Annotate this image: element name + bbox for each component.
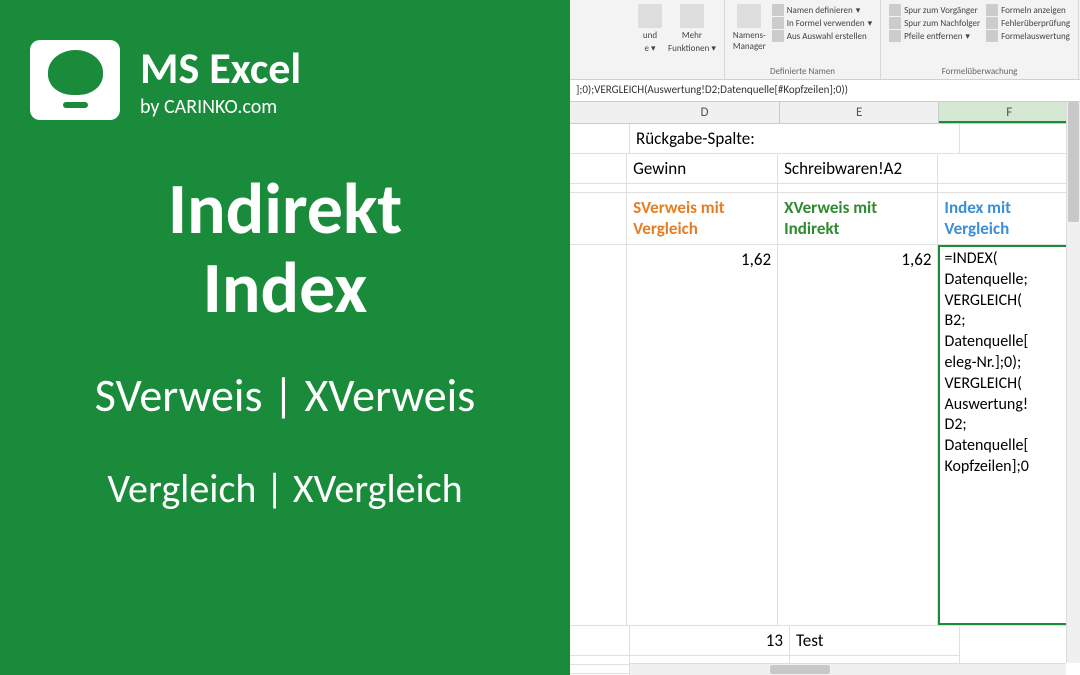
spreadsheet-grid[interactable]: D E F Rückgabe-Spalte: Gewinn Schreibwar… [570,102,1080,675]
cell[interactable]: Gewinn [627,154,778,183]
cell[interactable]: Test [790,626,960,655]
ribbon-item-fehlerueberpruefung[interactable]: Fehlerüberprüfung [986,17,1070,29]
ribbon-item-namen-definieren[interactable]: Namen definieren ▾ [772,4,872,16]
fx-icon [772,17,784,29]
book-icon [680,4,704,28]
ribbon-button-und[interactable]: und e ▾ [638,4,662,77]
cell[interactable]: 13 [630,626,790,655]
cell[interactable]: Schreibwaren!A2 [778,154,938,183]
cell[interactable]: Rückgabe-Spalte: [630,124,960,153]
headline: Indirekt Index [30,170,540,328]
book-icon [638,4,662,28]
brand-monitor-icon [30,40,120,120]
table-row: Rückgabe-Spalte: [570,124,1080,154]
vertical-scrollbar[interactable] [1066,102,1080,663]
ribbon-group-definierte-namen: Namens- Manager Namen definieren ▾ In Fo… [725,0,881,79]
subheadline-1: SVerweis | XVerweis [30,368,540,424]
error-icon [986,17,998,29]
eval-icon [986,30,998,42]
remove-icon [889,30,901,42]
table-row: 13 Test [570,626,960,656]
ribbon-item-formelauswertung[interactable]: Formelauswertung [986,30,1070,42]
table-row: SVerweis mit Vergleich XVerweis mit Indi… [570,193,1080,245]
tag-icon [737,4,761,28]
header-sverweis[interactable]: SVerweis mit Vergleich [627,193,778,244]
ribbon-item-aus-auswahl-erstellen[interactable]: Aus Auswahl erstellen [772,30,872,42]
ribbon-item-formeln-anzeigen[interactable]: Formeln anzeigen [986,4,1070,16]
ribbon-item-pfeile-entfernen[interactable]: Pfeile entfernen ▾ [889,30,980,42]
cell[interactable]: 1,62 [627,245,778,625]
cell[interactable] [938,154,1080,183]
subheadline-2: Vergleich | XVergleich [30,464,540,513]
cell[interactable]: 1,62 [778,245,938,625]
trace-icon [889,17,901,29]
trace-icon [889,4,901,16]
ribbon-item-in-formel-verwenden[interactable]: In Formel verwenden ▾ [772,17,872,29]
header-index[interactable]: Index mit Vergleich [938,193,1080,244]
ribbon-button-namens-manager[interactable]: Namens- Manager [733,4,766,64]
show-icon [986,4,998,16]
tag-icon [772,4,784,16]
header-xverweis[interactable]: XVerweis mit Indirekt [778,193,938,244]
column-header-f[interactable]: F [939,102,1080,123]
headline-line-2: Index [30,249,540,328]
ribbon-group-functions: und e ▾ Mehr Funktionen ▾ [630,0,725,79]
table-row [570,184,1080,193]
ribbon-button-mehr-funktionen[interactable]: Mehr Funktionen ▾ [668,4,716,77]
excel-window: und e ▾ Mehr Funktionen ▾ Namens- Manage… [570,0,1080,675]
brand-subtitle: by CARINKO.com [140,95,301,119]
ribbon-item-spur-vorgaenger[interactable]: Spur zum Vorgänger [889,4,980,16]
ribbon-item-spur-nachfolger[interactable]: Spur zum Nachfolger [889,17,980,29]
brand-row: MS Excel by CARINKO.com [30,40,540,120]
horizontal-scrollbar[interactable] [630,663,1066,675]
ribbon: und e ▾ Mehr Funktionen ▾ Namens- Manage… [570,0,1080,80]
promo-panel: MS Excel by CARINKO.com Indirekt Index S… [0,0,570,675]
column-header-e[interactable]: E [780,102,939,123]
table-row: 1,62 1,62 =INDEX( Datenquelle; VERGLEICH… [570,245,1080,626]
column-header-d[interactable]: D [630,102,780,123]
active-formula-cell[interactable]: =INDEX( Datenquelle; VERGLEICH( B2; Date… [938,245,1080,625]
ribbon-group-formelueberwachung: Spur zum Vorgänger Spur zum Nachfolger P… [881,0,1079,79]
brand-title: MS Excel [140,41,301,95]
formula-bar[interactable]: ];0);VERGLEICH(Auswertung!D2;Datenquelle… [570,80,1080,102]
scrollbar-thumb[interactable] [1068,102,1079,222]
grid-icon [772,30,784,42]
table-row: Gewinn Schreibwaren!A2 [570,154,1080,184]
scrollbar-thumb[interactable] [770,665,830,674]
column-header-row: D E F [570,102,1080,124]
headline-line-1: Indirekt [30,170,540,249]
